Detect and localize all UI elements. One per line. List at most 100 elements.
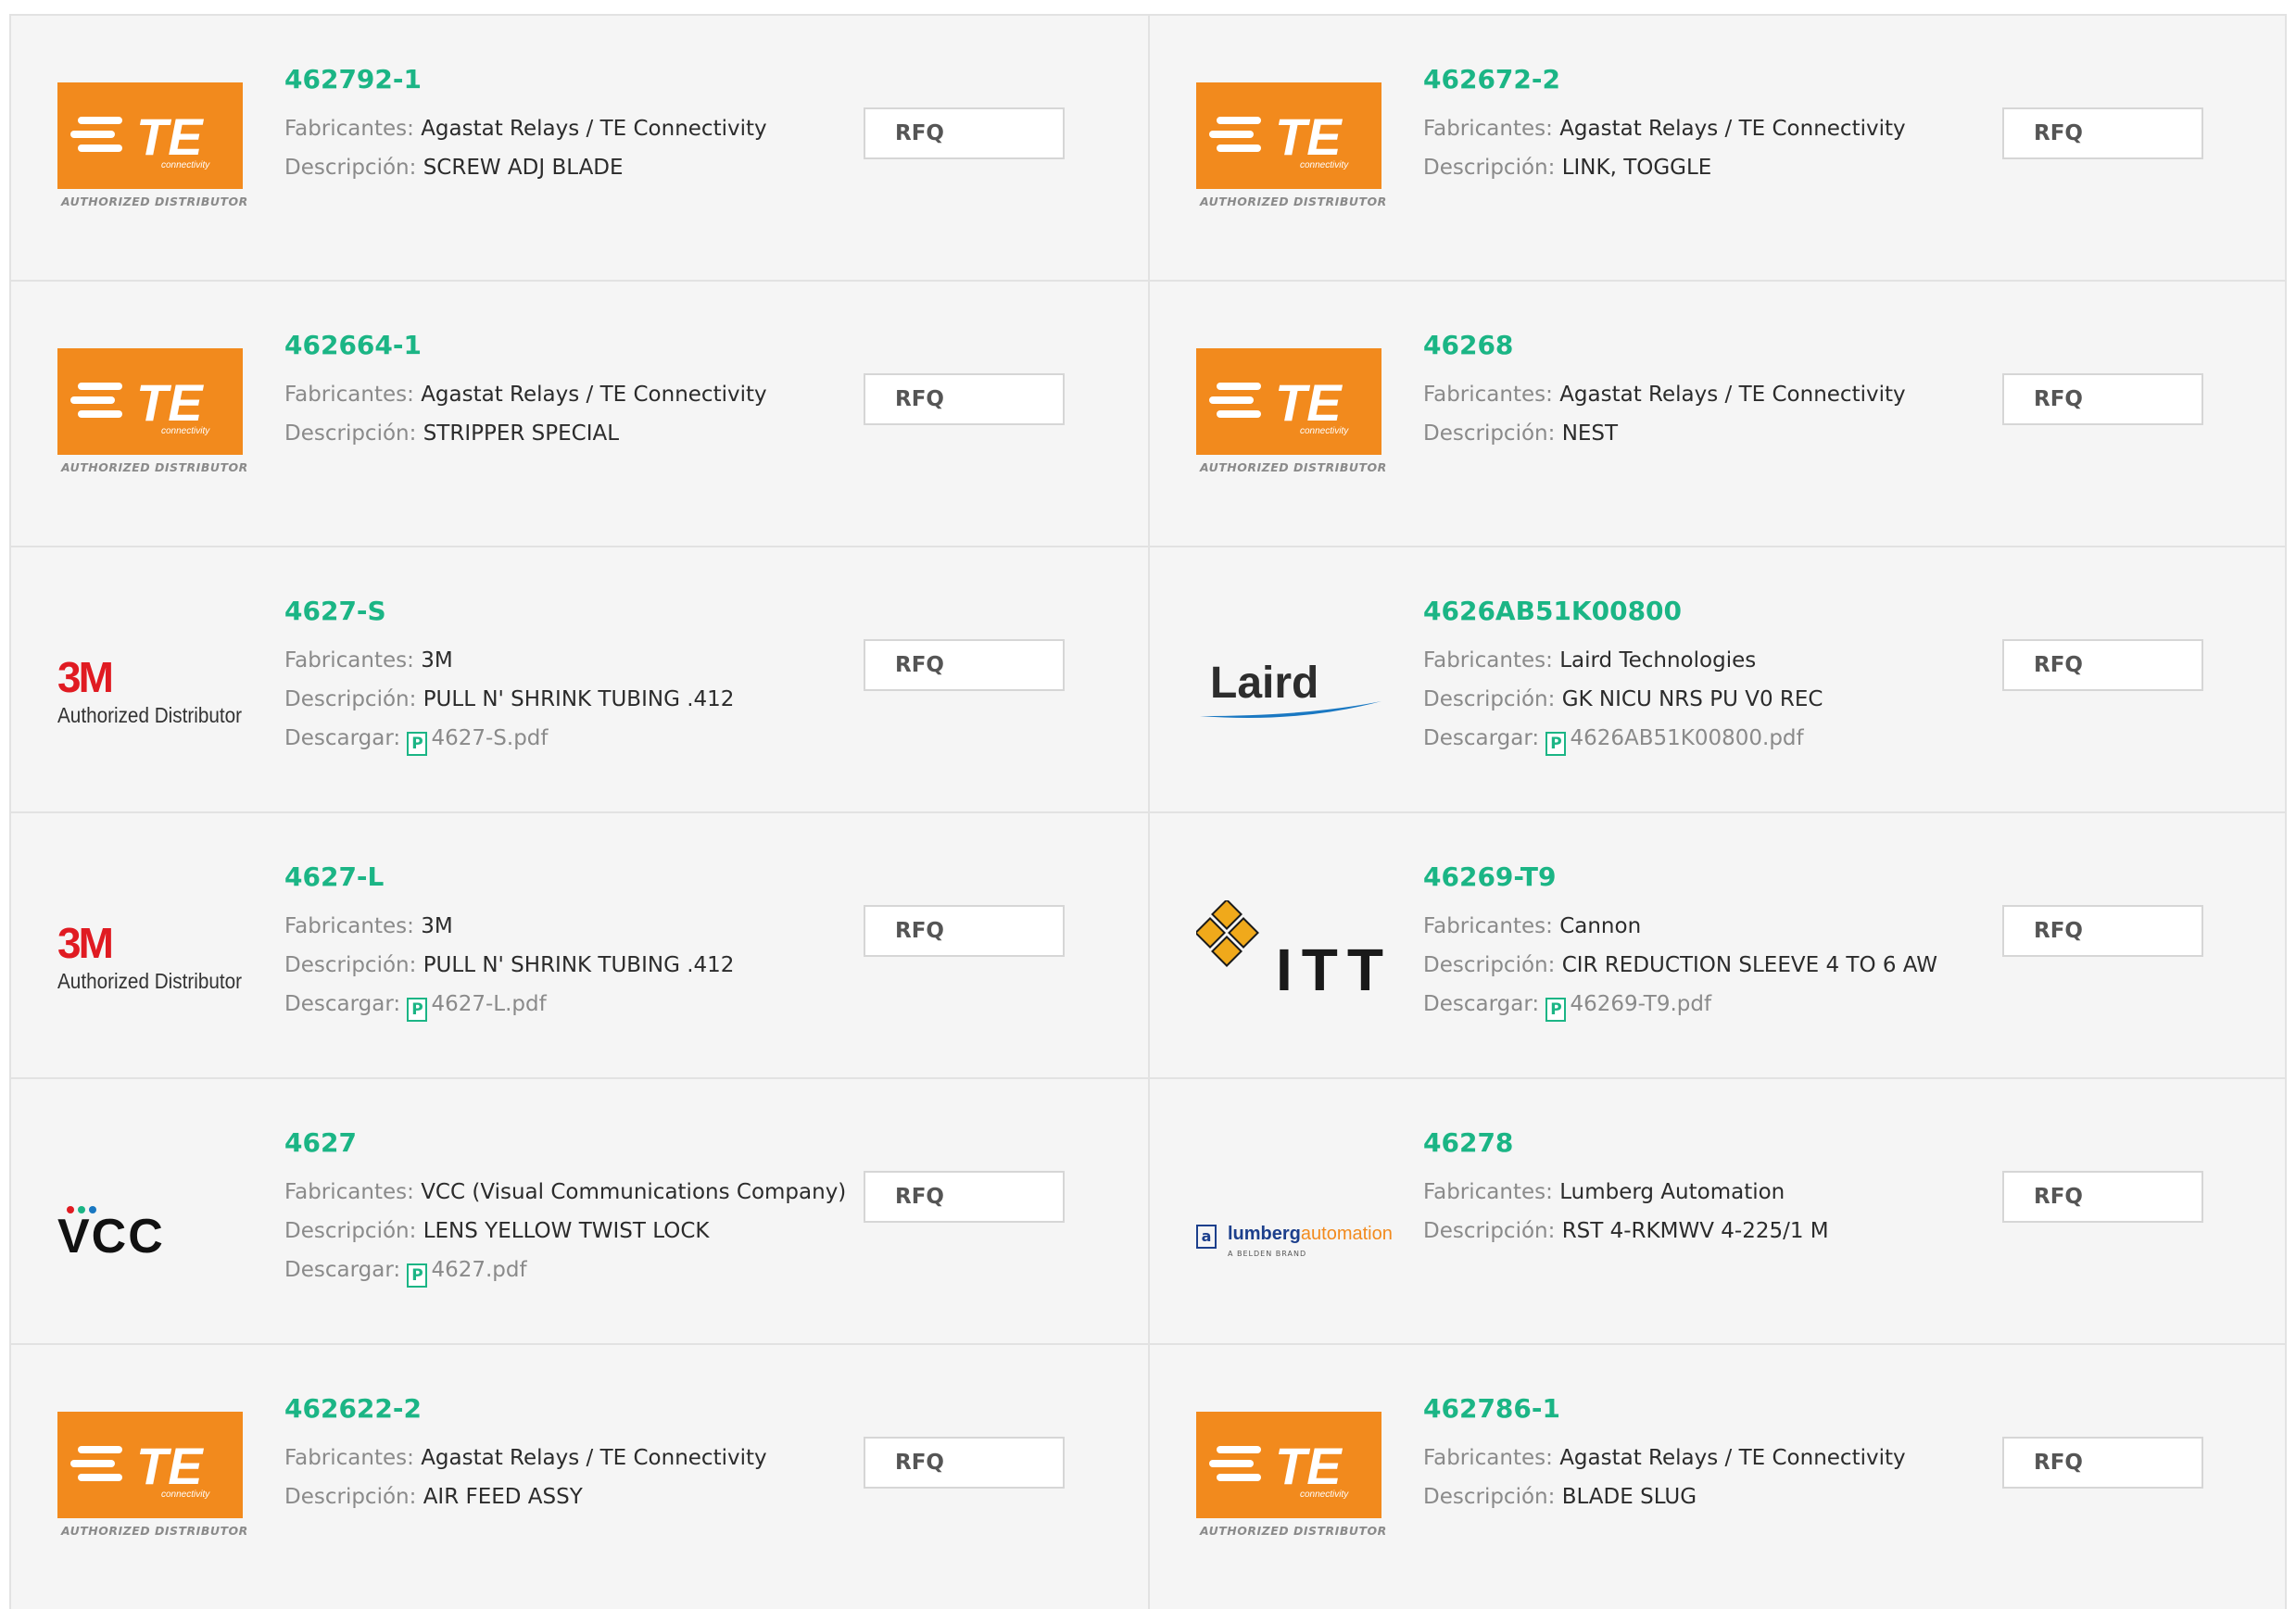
rfq-button[interactable]: RFQ (2002, 1171, 2203, 1223)
manufacturer-label: Fabricantes: (284, 383, 414, 407)
rfq-button[interactable]: RFQ (2002, 373, 2203, 425)
svg-text:TE: TE (1275, 107, 1343, 166)
description-value: PULL N' SHRINK TUBING .412 (423, 953, 735, 977)
manufacturer-label: Fabricantes: (1423, 383, 1553, 407)
pdf-icon: P (407, 998, 428, 1022)
description-value: LINK, TOGGLE (1561, 156, 1712, 180)
part-number-link[interactable]: 462672-2 (1423, 64, 1998, 95)
svg-text:connectivity: connectivity (161, 426, 210, 436)
part-number-link[interactable]: 462664-1 (284, 330, 859, 361)
part-number-link[interactable]: 46268 (1423, 330, 1998, 361)
product-card: TE connectivity AUTHORIZED DISTRIBUTOR 4… (9, 1343, 1148, 1609)
part-number-link[interactable]: 46269-T9 (1423, 861, 1998, 893)
description-label: Descripción: (284, 953, 417, 977)
part-number-link[interactable]: 4627-S (284, 596, 859, 627)
part-number-link[interactable]: 462786-1 (1423, 1393, 1998, 1425)
te-logo: TE connectivity AUTHORIZED DISTRIBUTOR (1196, 82, 1386, 221)
description-label: Descripción: (284, 421, 417, 446)
rfq-button[interactable]: RFQ (864, 639, 1065, 691)
manufacturer-value: Lumberg Automation (1559, 1180, 1785, 1204)
product-card: TE connectivity AUTHORIZED DISTRIBUTOR 4… (1148, 14, 2287, 280)
manufacturer-label: Fabricantes: (1423, 1446, 1553, 1470)
pdf-icon: P (1545, 998, 1567, 1022)
rfq-button[interactable]: RFQ (2002, 1437, 2203, 1489)
datasheet-link[interactable]: 46269-T9.pdf (1570, 992, 1711, 1016)
3m-logo: 3M Authorized Distributor (57, 653, 243, 727)
part-number-link[interactable]: 462792-1 (284, 64, 859, 95)
datasheet-link[interactable]: 4627-L.pdf (431, 992, 546, 1016)
laird-logo: Laird (1196, 614, 1386, 753)
description-label: Descripción: (284, 1219, 417, 1243)
product-card: TE connectivity AUTHORIZED DISTRIBUTOR 4… (1148, 1343, 2287, 1609)
datasheet-link[interactable]: 4626AB51K00800.pdf (1570, 726, 1803, 750)
rfq-button[interactable]: RFQ (864, 107, 1065, 159)
part-number-link[interactable]: 4626AB51K00800 (1423, 596, 1998, 627)
svg-text:connectivity: connectivity (161, 160, 210, 170)
description-value: CIR REDUCTION SLEEVE 4 TO 6 AW (1561, 953, 1938, 977)
manufacturer-label: Fabricantes: (284, 1446, 414, 1470)
pdf-icon: P (407, 732, 428, 756)
product-card: ITT 46269-T9 Fabricantes: Cannon Descrip… (1148, 811, 2287, 1077)
product-grid: TE connectivity AUTHORIZED DISTRIBUTOR 4… (9, 14, 2287, 1609)
rfq-button[interactable]: RFQ (864, 373, 1065, 425)
svg-text:connectivity: connectivity (161, 1490, 210, 1500)
3m-logo: 3M Authorized Distributor (57, 919, 243, 993)
itt-logo: ITT (1196, 880, 1386, 1019)
manufacturer-label: Fabricantes: (1423, 914, 1553, 938)
part-number-link[interactable]: 46278 (1423, 1127, 1998, 1159)
description-label: Descripción: (1423, 953, 1556, 977)
manufacturer-value: VCC (Visual Communications Company) (421, 1180, 847, 1204)
description-label: Descripción: (284, 156, 417, 180)
product-card: Laird 4626AB51K00800 Fabricantes: Laird … (1148, 546, 2287, 811)
description-label: Descripción: (1423, 1485, 1556, 1509)
datasheet-link[interactable]: 4627.pdf (431, 1258, 526, 1282)
rfq-button[interactable]: RFQ (864, 1171, 1065, 1223)
manufacturer-label: Fabricantes: (284, 117, 414, 141)
product-card: VCC 4627 Fabricantes: VCC (Visual Commun… (9, 1077, 1148, 1343)
lumberg-logo: a lumbergautomation A BELDEN BRAND (1196, 1146, 1393, 1285)
description-value: BLADE SLUG (1561, 1485, 1697, 1509)
svg-text:connectivity: connectivity (1300, 426, 1349, 436)
svg-text:connectivity: connectivity (1300, 1490, 1349, 1500)
product-card: TE connectivity AUTHORIZED DISTRIBUTOR 4… (9, 14, 1148, 280)
manufacturer-value: 3M (421, 648, 453, 673)
manufacturer-label: Fabricantes: (284, 648, 414, 673)
part-number-link[interactable]: 462622-2 (284, 1393, 859, 1425)
manufacturer-value: Agastat Relays / TE Connectivity (1559, 117, 1906, 141)
te-logo: TE connectivity AUTHORIZED DISTRIBUTOR (57, 1412, 247, 1551)
rfq-button[interactable]: RFQ (2002, 905, 2203, 957)
download-label: Descargar: (1423, 726, 1540, 750)
description-value: GK NICU NRS PU V0 REC (1561, 687, 1823, 711)
rfq-button[interactable]: RFQ (2002, 107, 2203, 159)
te-logo: TE connectivity AUTHORIZED DISTRIBUTOR (1196, 1412, 1386, 1551)
description-label: Descripción: (284, 1485, 417, 1509)
download-label: Descargar: (1423, 992, 1540, 1016)
rfq-button[interactable]: RFQ (864, 905, 1065, 957)
pdf-icon: P (1545, 732, 1567, 756)
manufacturer-label: Fabricantes: (284, 914, 414, 938)
product-card: a lumbergautomation A BELDEN BRAND 46278… (1148, 1077, 2287, 1343)
download-label: Descargar: (284, 726, 401, 750)
description-value: STRIPPER SPECIAL (423, 421, 620, 446)
datasheet-link[interactable]: 4627-S.pdf (431, 726, 548, 750)
description-label: Descripción: (1423, 156, 1556, 180)
description-value: RST 4-RKMWV 4-225/1 M (1561, 1219, 1829, 1243)
te-logo: TE connectivity AUTHORIZED DISTRIBUTOR (57, 82, 247, 221)
manufacturer-value: 3M (421, 914, 453, 938)
manufacturer-label: Fabricantes: (284, 1180, 414, 1204)
rfq-button[interactable]: RFQ (2002, 639, 2203, 691)
download-label: Descargar: (284, 992, 401, 1016)
product-card: 3M Authorized Distributor 4627-L Fabrica… (9, 811, 1148, 1077)
manufacturer-value: Cannon (1559, 914, 1642, 938)
manufacturer-label: Fabricantes: (1423, 648, 1553, 673)
part-number-link[interactable]: 4627-L (284, 861, 859, 893)
svg-text:connectivity: connectivity (1300, 160, 1349, 170)
manufacturer-value: Agastat Relays / TE Connectivity (1559, 383, 1906, 407)
part-number-link[interactable]: 4627 (284, 1127, 859, 1159)
description-value: NEST (1561, 421, 1619, 446)
description-value: PULL N' SHRINK TUBING .412 (423, 687, 735, 711)
description-label: Descripción: (1423, 421, 1556, 446)
manufacturer-value: Laird Technologies (1559, 648, 1757, 673)
rfq-button[interactable]: RFQ (864, 1437, 1065, 1489)
svg-text:TE: TE (136, 107, 204, 166)
